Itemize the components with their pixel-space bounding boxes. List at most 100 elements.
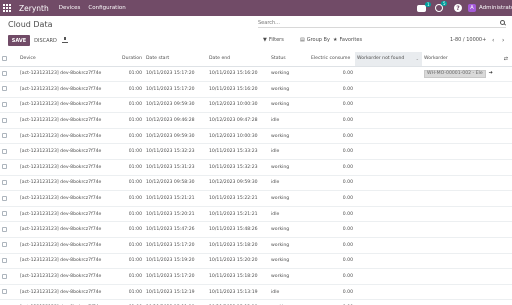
row-checkbox-cell[interactable]	[0, 253, 18, 270]
cell-date-end[interactable]: 10/11/2023 15:21:21	[207, 206, 269, 223]
cell-date-end[interactable]: 10/12/2023 09:47:28	[207, 112, 269, 129]
cell-workorder-not-found[interactable]	[355, 112, 422, 129]
cell-device[interactable]: [act-123123123] dev-8bokrcz7f74e	[18, 268, 116, 285]
row-checkbox-cell[interactable]	[0, 128, 18, 145]
table-row[interactable]: [act-123123123] dev-8bokrcz7f74e01:0010/…	[0, 237, 512, 254]
row-checkbox[interactable]	[2, 195, 7, 201]
row-checkbox-cell[interactable]	[0, 190, 18, 207]
cell-device[interactable]: [act-123123123] dev-8bokrcz7f74e	[18, 112, 116, 129]
cell-status[interactable]: idle	[269, 143, 309, 161]
column-electric-consume[interactable]: Electric consume	[309, 52, 355, 67]
row-checkbox-cell[interactable]	[0, 221, 18, 239]
cell-workorder[interactable]	[422, 97, 512, 114]
column-duration[interactable]: Duration	[116, 52, 144, 67]
cell-duration[interactable]: 01:00	[116, 268, 144, 285]
cell-duration[interactable]: 01:00	[116, 175, 144, 192]
row-checkbox[interactable]	[2, 257, 7, 263]
cell-device[interactable]: [act-123123123] dev-8bokrcz7f74e	[18, 299, 116, 305]
discard-button[interactable]: DISCARD	[33, 35, 58, 46]
cell-date-start[interactable]: 10/12/2023 09:46:28	[144, 112, 207, 129]
cell-status[interactable]: idle	[269, 112, 309, 129]
row-checkbox[interactable]	[2, 117, 7, 123]
row-checkbox[interactable]	[2, 179, 7, 185]
cell-workorder[interactable]	[422, 284, 512, 301]
group-by-button[interactable]: ▤ Group By	[300, 37, 330, 43]
cell-workorder[interactable]	[422, 253, 512, 270]
cell-date-end[interactable]: 10/11/2023 15:18:20	[207, 237, 269, 254]
cell-date-end[interactable]: 10/12/2023 10:00:30	[207, 128, 269, 145]
cell-duration[interactable]: 01:00	[116, 284, 144, 301]
cell-duration[interactable]: 01:00	[116, 112, 144, 129]
cell-date-end[interactable]: 10/11/2023 15:32:23	[207, 159, 269, 176]
cell-device[interactable]: [act-123123123] dev-8bokrcz7f74e	[18, 206, 116, 223]
cell-date-end[interactable]: 10/11/2023 15:33:23	[207, 143, 269, 161]
row-checkbox-cell[interactable]	[0, 237, 18, 254]
cell-status[interactable]: working	[269, 159, 309, 176]
apps-menu-icon[interactable]	[3, 3, 13, 13]
cell-workorder[interactable]: WH-MO-00001-002 - Ele ➔	[422, 66, 512, 83]
cell-workorder[interactable]	[422, 112, 512, 129]
cell-date-start[interactable]: 10/11/2023 15:17:20	[144, 268, 207, 285]
table-row[interactable]: [act-123123123] dev-8bokrcz7f74e01:0010/…	[0, 190, 512, 207]
cell-date-start[interactable]: 10/11/2023 15:17:20	[144, 237, 207, 254]
column-workorder-not-found[interactable]: Workorder not found ⌄	[355, 52, 422, 67]
cell-workorder[interactable]	[422, 81, 512, 98]
cell-date-start[interactable]: 10/11/2023 15:17:20	[144, 81, 207, 98]
cell-workorder[interactable]	[422, 143, 512, 161]
cell-workorder[interactable]	[422, 128, 512, 145]
row-checkbox-cell[interactable]	[0, 299, 18, 305]
download-icon[interactable]	[62, 37, 68, 43]
row-checkbox-cell[interactable]	[0, 268, 18, 285]
table-row[interactable]: [act-123123123] dev-8bokrcz7f74e01:0010/…	[0, 112, 512, 129]
cell-workorder[interactable]	[422, 206, 512, 223]
cell-duration[interactable]: 01:00	[116, 159, 144, 176]
cell-workorder-not-found[interactable]	[355, 190, 422, 207]
row-checkbox-cell[interactable]	[0, 97, 18, 114]
app-brand[interactable]: Zerynth	[19, 4, 49, 13]
cell-electric-consume[interactable]: 0.00	[309, 253, 355, 270]
cell-date-start[interactable]: 10/11/2023 15:20:21	[144, 206, 207, 223]
cell-workorder-not-found[interactable]	[355, 253, 422, 270]
save-button[interactable]: SAVE	[8, 35, 30, 46]
cell-date-start[interactable]: 10/11/2023 15:12:19	[144, 284, 207, 301]
cell-status[interactable]: working	[269, 190, 309, 207]
select-all-header[interactable]	[0, 52, 18, 67]
row-checkbox-cell[interactable]	[0, 112, 18, 129]
row-checkbox-cell[interactable]	[0, 66, 18, 83]
table-row[interactable]: [act-123123123] dev-8bokrcz7f74e01:0010/…	[0, 284, 512, 301]
cell-device[interactable]: [act-123123123] dev-8bokrcz7f74e	[18, 128, 116, 145]
cell-date-start[interactable]: 10/11/2023 15:21:21	[144, 190, 207, 207]
cell-duration[interactable]: 01:00	[116, 237, 144, 254]
row-checkbox-cell[interactable]	[0, 143, 18, 161]
cell-workorder-not-found[interactable]	[355, 299, 422, 305]
cell-electric-consume[interactable]: 0.00	[309, 81, 355, 98]
cell-electric-consume[interactable]: 0.00	[309, 237, 355, 254]
cell-workorder-not-found[interactable]	[355, 128, 422, 145]
cell-electric-consume[interactable]: 0.00	[309, 112, 355, 129]
cell-date-start[interactable]: 10/12/2023 09:58:30	[144, 175, 207, 192]
activity-clock-icon[interactable]: 5	[435, 1, 447, 12]
row-checkbox[interactable]	[2, 226, 7, 232]
cell-workorder-not-found[interactable]	[355, 284, 422, 301]
cell-workorder-not-found[interactable]	[355, 81, 422, 98]
cell-electric-consume[interactable]: 0.00	[309, 97, 355, 114]
cell-status[interactable]: idle	[269, 206, 309, 223]
cell-device[interactable]: [act-123123123] dev-8bokrcz7f74e	[18, 237, 116, 254]
workorder-field[interactable]: WH-MO-00001-002 - Ele	[424, 69, 486, 78]
cell-electric-consume[interactable]: 0.00	[309, 268, 355, 285]
cell-device[interactable]: [act-123123123] dev-8bokrcz7f74e	[18, 81, 116, 98]
cell-electric-consume[interactable]: 0.00	[309, 159, 355, 176]
cell-device[interactable]: [act-123123123] dev-8bokrcz7f74e	[18, 159, 116, 176]
row-checkbox-cell[interactable]	[0, 284, 18, 301]
cell-workorder-not-found[interactable]	[355, 206, 422, 223]
cell-date-start[interactable]: 10/11/2023 15:32:23	[144, 143, 207, 161]
cell-electric-consume[interactable]: 0.00	[309, 206, 355, 223]
cell-duration[interactable]: 01:00	[116, 97, 144, 114]
row-checkbox-cell[interactable]	[0, 159, 18, 176]
table-row[interactable]: [act-123123123] dev-8bokrcz7f74e01:00 10/…	[0, 159, 512, 176]
cell-status[interactable]: working	[269, 221, 309, 239]
column-device[interactable]: Device	[18, 52, 116, 67]
cell-device[interactable]: [act-123123123] dev-8bokrcz7f74e	[18, 284, 116, 301]
menu-configuration[interactable]: Configuration	[88, 5, 125, 11]
cell-status[interactable]: working	[269, 66, 309, 83]
